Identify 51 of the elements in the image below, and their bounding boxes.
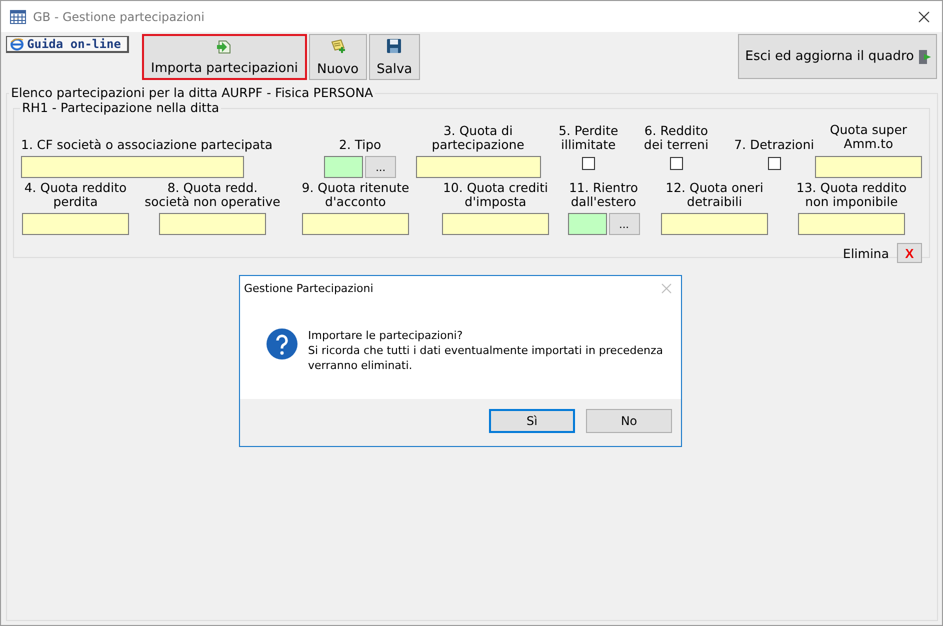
code-field[interactable]: [568, 213, 606, 235]
dialog-button[interactable]: Sì: [489, 409, 575, 433]
help-button[interactable]: Guida on-line: [6, 36, 129, 53]
notepad-plus-icon: [330, 38, 346, 54]
question-icon: [266, 328, 298, 360]
field-label: 3. Quota di partecipazione: [432, 124, 524, 152]
field-label: 13. Quota reddito non imponibile: [796, 181, 907, 209]
toolbar-button[interactable]: Importa partecipazioni: [142, 34, 308, 80]
browse-button[interactable]: ...: [365, 156, 396, 178]
browse-button[interactable]: ...: [608, 213, 640, 235]
group-title: Elenco partecipazioni per la ditta AURPF - Fisica PERSONA: [9, 85, 376, 100]
input-field[interactable]: [815, 156, 922, 178]
globe-icon: [10, 38, 24, 50]
checkbox[interactable]: [670, 156, 683, 170]
field-label: 4. Quota reddito perdita: [24, 181, 127, 209]
toolbar-button[interactable]: Salva: [368, 34, 420, 80]
input-field[interactable]: [416, 156, 541, 178]
input-field[interactable]: [442, 213, 549, 235]
window-title: GB - Gestione partecipazioni: [33, 10, 206, 24]
field-label: Quota super Amm.to: [830, 123, 908, 151]
toolbar-button[interactable]: Nuovo: [309, 34, 367, 80]
field-label: 10. Quota crediti d'imposta: [442, 181, 548, 209]
field-label: 2. Tipo: [338, 138, 382, 152]
table-icon: [10, 10, 26, 24]
door-icon: [918, 48, 932, 64]
checkbox[interactable]: [768, 156, 781, 170]
dialog-title: Gestione Partecipazioni: [244, 282, 374, 294]
code-field[interactable]: [324, 156, 364, 178]
input-field[interactable]: [302, 213, 409, 235]
field-label: 1. CF società o associazione partecipata: [21, 138, 273, 152]
input-field[interactable]: [798, 213, 905, 235]
input-field[interactable]: [661, 213, 768, 235]
delete-label: Elimina: [842, 246, 889, 260]
field-label: 8. Quota redd. società non operative: [144, 181, 280, 209]
exit-button[interactable]: Esci ed aggiorna il quadro: [738, 34, 937, 79]
close-icon: [918, 10, 930, 22]
dialog-message: Importare le partecipazioni? Si ricorda che tutti i dati eventualmente importati in precedenza verranno eliminati.: [308, 328, 663, 373]
field-label: 12. Quota oneri detraibili: [666, 181, 764, 209]
input-field[interactable]: [21, 156, 244, 178]
dialog-button[interactable]: No: [586, 409, 672, 433]
field-label: 11. Rientro dall'estero: [568, 181, 638, 209]
checkbox[interactable]: [582, 156, 595, 170]
field-label: 7. Detrazioni: [734, 138, 814, 152]
field-label: 5. Perdite illimitate: [558, 124, 618, 152]
field-label: 9. Quota ritenute d'acconto: [302, 181, 410, 209]
arrow-icon: [216, 39, 232, 55]
input-field[interactable]: [22, 213, 129, 235]
section-title: RH1 - Partecipazione nella ditta: [20, 100, 222, 115]
close-icon: [661, 282, 672, 294]
input-field[interactable]: [159, 213, 266, 235]
field-label: 6. Reddito dei terreni: [644, 124, 708, 152]
